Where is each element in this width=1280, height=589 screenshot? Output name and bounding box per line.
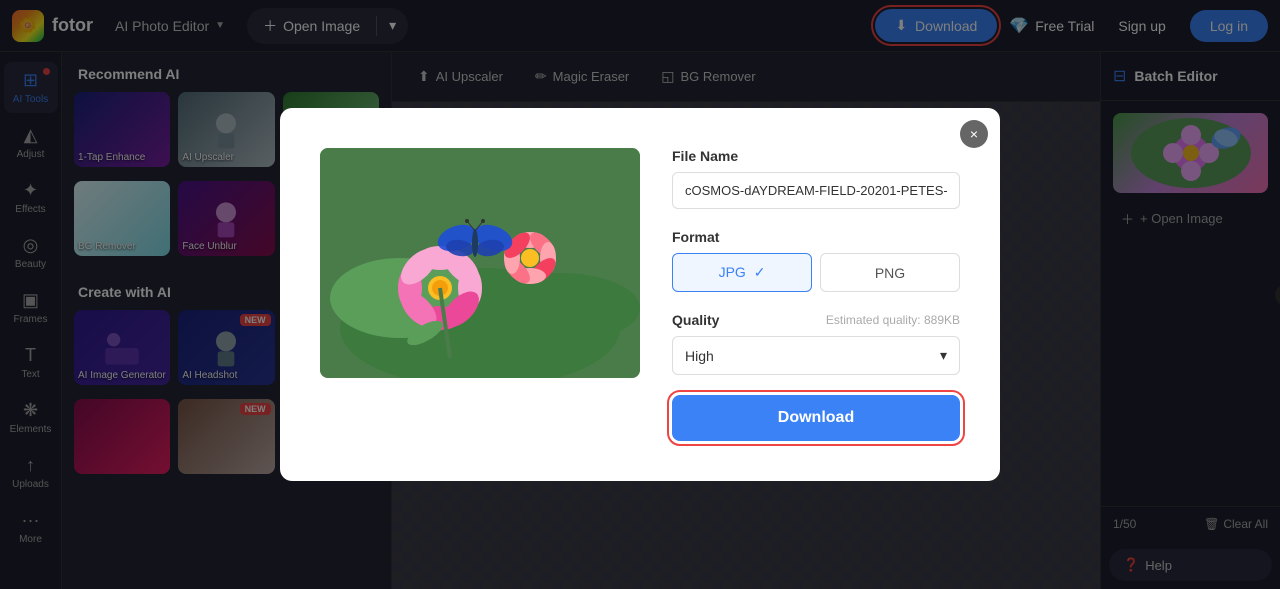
format-group: Format JPG ✓ PNG <box>672 229 960 292</box>
format-jpg-button[interactable]: JPG ✓ <box>672 253 812 292</box>
file-name-group: File Name <box>672 148 960 209</box>
modal-form: File Name Format JPG ✓ PNG <box>672 148 960 441</box>
file-name-label: File Name <box>672 148 960 164</box>
close-icon: × <box>970 126 978 142</box>
format-png-label: PNG <box>875 265 905 281</box>
quality-header: Quality Estimated quality: 889KB <box>672 312 960 328</box>
estimated-label: Estimated quality: 889KB <box>826 313 960 327</box>
format-png-button[interactable]: PNG <box>820 253 960 292</box>
format-label: Format <box>672 229 960 245</box>
modal-image-preview <box>320 148 640 378</box>
quality-label: Quality <box>672 312 719 328</box>
quality-chevron-icon: ▾ <box>940 347 947 364</box>
checkmark-icon: ✓ <box>754 264 766 280</box>
download-modal-label: Download <box>778 409 854 426</box>
quality-value: High <box>685 348 714 364</box>
format-jpg-label: JPG <box>719 264 746 280</box>
download-modal-button[interactable]: Download <box>672 395 960 441</box>
download-modal: × <box>280 108 1000 481</box>
main-layout: ⊞ AI Tools ◭ Adjust ✦ Effects ◎ Beauty ▣… <box>0 52 1280 589</box>
modal-close-button[interactable]: × <box>960 120 988 148</box>
modal-overlay: × <box>0 0 1280 589</box>
quality-select[interactable]: High ▾ <box>672 336 960 375</box>
format-row: JPG ✓ PNG <box>672 253 960 292</box>
file-name-input[interactable] <box>672 172 960 209</box>
quality-group: Quality Estimated quality: 889KB High ▾ <box>672 312 960 375</box>
